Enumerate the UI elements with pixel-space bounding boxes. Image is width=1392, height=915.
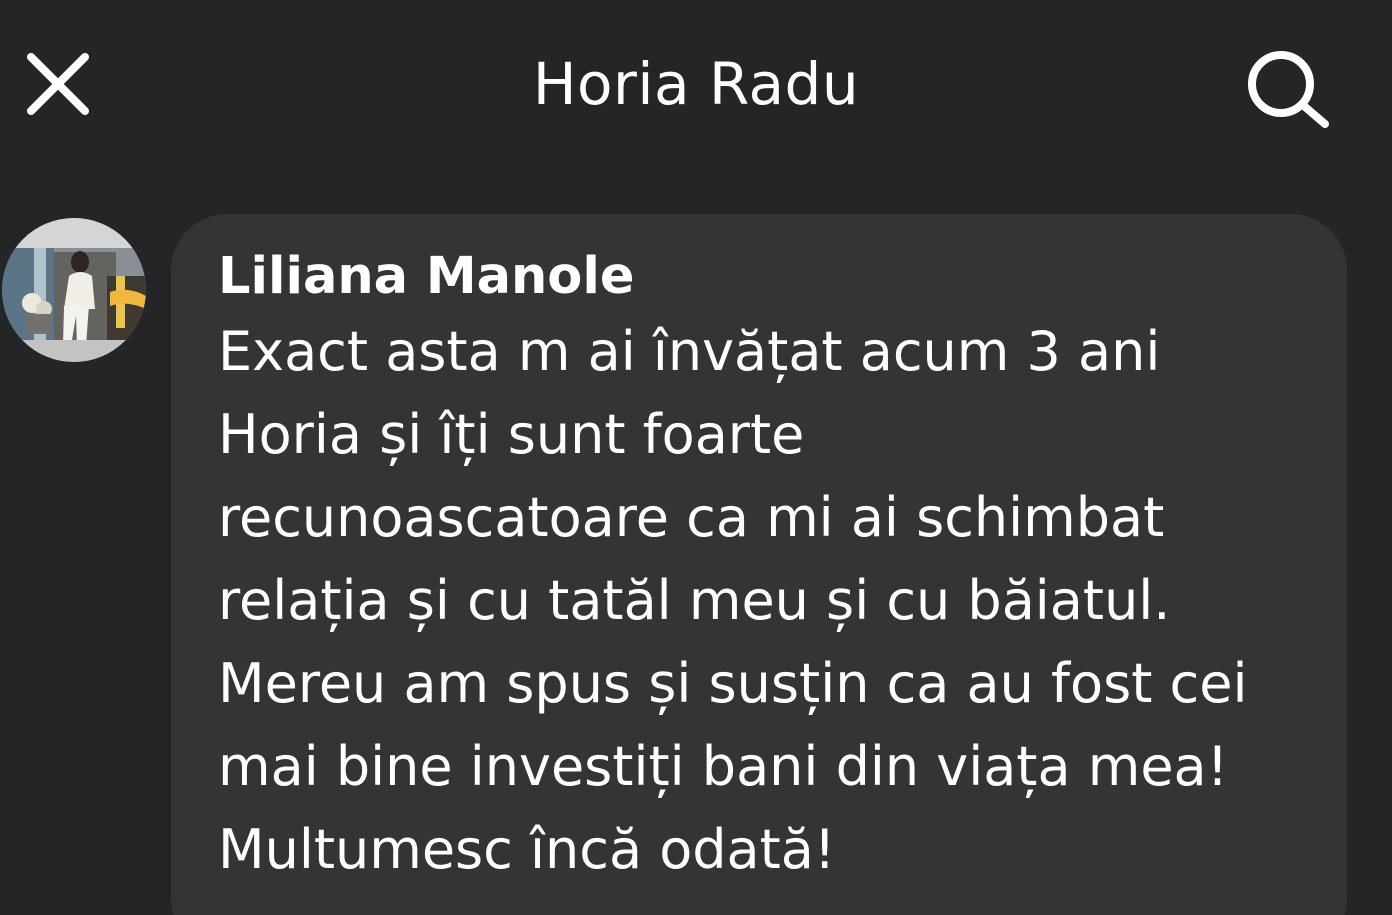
author-name[interactable]: Liliana Manole — [218, 244, 1307, 310]
profile-photo — [2, 218, 146, 362]
comment-text: Exact asta m ai învățat acum 3 ani Horia… — [218, 320, 1248, 881]
avatar[interactable] — [2, 218, 146, 362]
search-button[interactable] — [1238, 44, 1338, 134]
comment-bubble: Liliana Manole Exact asta m ai învățat a… — [171, 214, 1347, 915]
search-icon — [1248, 51, 1329, 128]
page-title: Horia Radu — [532, 50, 860, 118]
comment-screen: Horia Radu Liliana Manole Exact asta m a… — [0, 0, 1392, 915]
top-bar: Horia Radu — [0, 0, 1392, 170]
